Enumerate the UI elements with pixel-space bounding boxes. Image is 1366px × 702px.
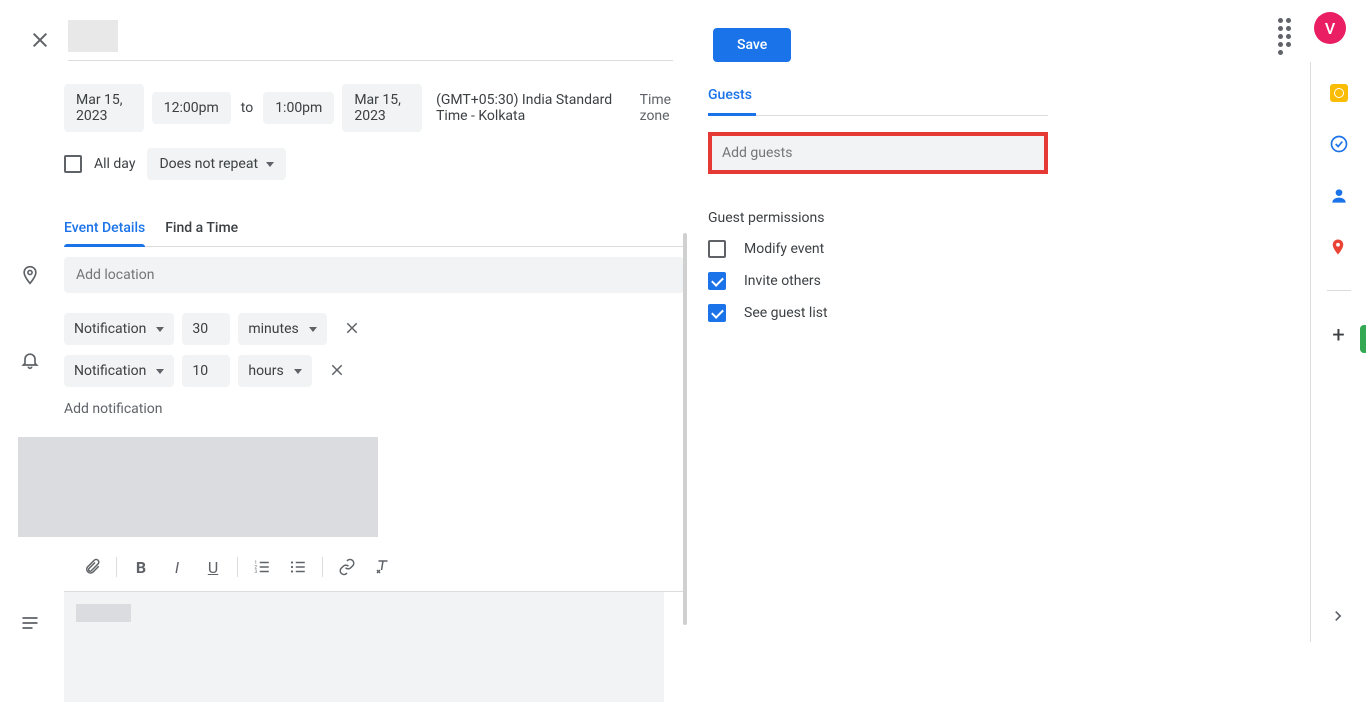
chevron-down-icon [266, 162, 274, 167]
notification-type-dropdown[interactable]: Notification [64, 355, 174, 387]
modify-event-label: Modify event [744, 241, 824, 257]
add-addon-button[interactable]: + [1332, 323, 1344, 348]
chevron-right-icon [1328, 606, 1348, 626]
guest-permissions-title: Guest permissions [708, 210, 1048, 226]
italic-button[interactable]: I [161, 551, 193, 583]
link-button[interactable] [331, 551, 363, 583]
tasks-icon[interactable] [1329, 134, 1349, 154]
avatar[interactable]: V [1314, 12, 1346, 44]
chevron-down-icon [156, 327, 164, 332]
scroll-indicator[interactable] [683, 233, 687, 625]
attach-icon [83, 558, 101, 576]
notification-unit-dropdown[interactable]: hours [238, 355, 311, 387]
recurrence-dropdown[interactable]: Does not repeat [147, 148, 286, 180]
separator [322, 557, 323, 577]
attach-button[interactable] [76, 551, 108, 583]
add-notification-link[interactable]: Add notification [64, 401, 684, 417]
to-label: to [239, 100, 255, 116]
event-title-input[interactable] [68, 20, 118, 52]
tab-guests[interactable]: Guests [708, 87, 756, 116]
side-panel: + [1310, 62, 1366, 642]
end-time-chip[interactable]: 1:00pm [263, 92, 334, 124]
tab-event-details[interactable]: Event Details [64, 220, 145, 246]
link-icon [338, 558, 356, 576]
clear-formatting-button[interactable] [367, 551, 399, 583]
placeholder-block [18, 437, 378, 537]
title-underline [68, 60, 673, 61]
bulleted-list-button[interactable] [282, 551, 314, 583]
keep-icon[interactable] [1330, 84, 1348, 102]
location-icon [20, 265, 40, 285]
chevron-down-icon [294, 369, 302, 374]
close-icon [28, 28, 52, 52]
notification-value-input[interactable]: 30 [182, 313, 230, 345]
see-guest-list-checkbox[interactable] [708, 304, 726, 322]
description-icon [20, 613, 40, 633]
side-separator [1327, 290, 1351, 291]
numbered-list-icon: 123 [253, 558, 271, 576]
timezone-link[interactable]: Time zone [640, 92, 684, 124]
italic-icon: I [175, 558, 179, 577]
description-text [76, 604, 131, 622]
tab-find-a-time[interactable]: Find a Time [165, 220, 238, 246]
numbered-list-button[interactable]: 123 [246, 551, 278, 583]
close-icon [328, 361, 346, 379]
google-apps-icon[interactable] [1276, 16, 1300, 40]
bold-icon: B [136, 558, 146, 577]
timezone-text: (GMT+05:30) India Standard Time - Kolkat… [436, 92, 620, 124]
close-icon [343, 319, 361, 337]
location-input[interactable] [64, 257, 684, 293]
end-date-chip[interactable]: Mar 15, 2023 [342, 84, 422, 132]
maps-icon[interactable] [1329, 238, 1349, 258]
contacts-icon[interactable] [1329, 186, 1349, 206]
start-date-chip[interactable]: Mar 15, 2023 [64, 84, 144, 132]
chevron-down-icon [309, 327, 317, 332]
notification-icon [20, 350, 40, 370]
remove-notification-button[interactable] [328, 361, 348, 381]
modify-event-checkbox[interactable] [708, 240, 726, 258]
chevron-down-icon [156, 369, 164, 374]
guests-underline [708, 115, 1048, 116]
invite-others-label: Invite others [744, 273, 821, 289]
invite-others-checkbox[interactable] [708, 272, 726, 290]
svg-text:3: 3 [255, 569, 258, 575]
side-accent [1360, 325, 1366, 353]
notification-value-input[interactable]: 10 [182, 355, 230, 387]
notification-type-dropdown[interactable]: Notification [64, 313, 174, 345]
see-guest-list-label: See guest list [744, 305, 828, 321]
allday-label: All day [94, 156, 135, 172]
bold-button[interactable]: B [125, 551, 157, 583]
bulleted-list-icon [289, 558, 307, 576]
clear-format-icon [374, 558, 392, 576]
recurrence-label: Does not repeat [159, 156, 258, 172]
remove-notification-button[interactable] [343, 319, 363, 339]
add-guests-input[interactable] [712, 136, 1044, 170]
notification-unit-dropdown[interactable]: minutes [238, 313, 326, 345]
close-button[interactable] [28, 28, 52, 52]
underline-icon: U [208, 558, 218, 577]
collapse-panel-button[interactable] [1328, 606, 1348, 630]
allday-checkbox[interactable] [64, 155, 82, 173]
add-guests-highlight [708, 132, 1048, 174]
separator [237, 557, 238, 577]
underline-button[interactable]: U [197, 551, 229, 583]
description-input[interactable] [64, 592, 664, 702]
separator [116, 557, 117, 577]
save-button[interactable]: Save [713, 28, 791, 62]
start-time-chip[interactable]: 12:00pm [152, 92, 231, 124]
